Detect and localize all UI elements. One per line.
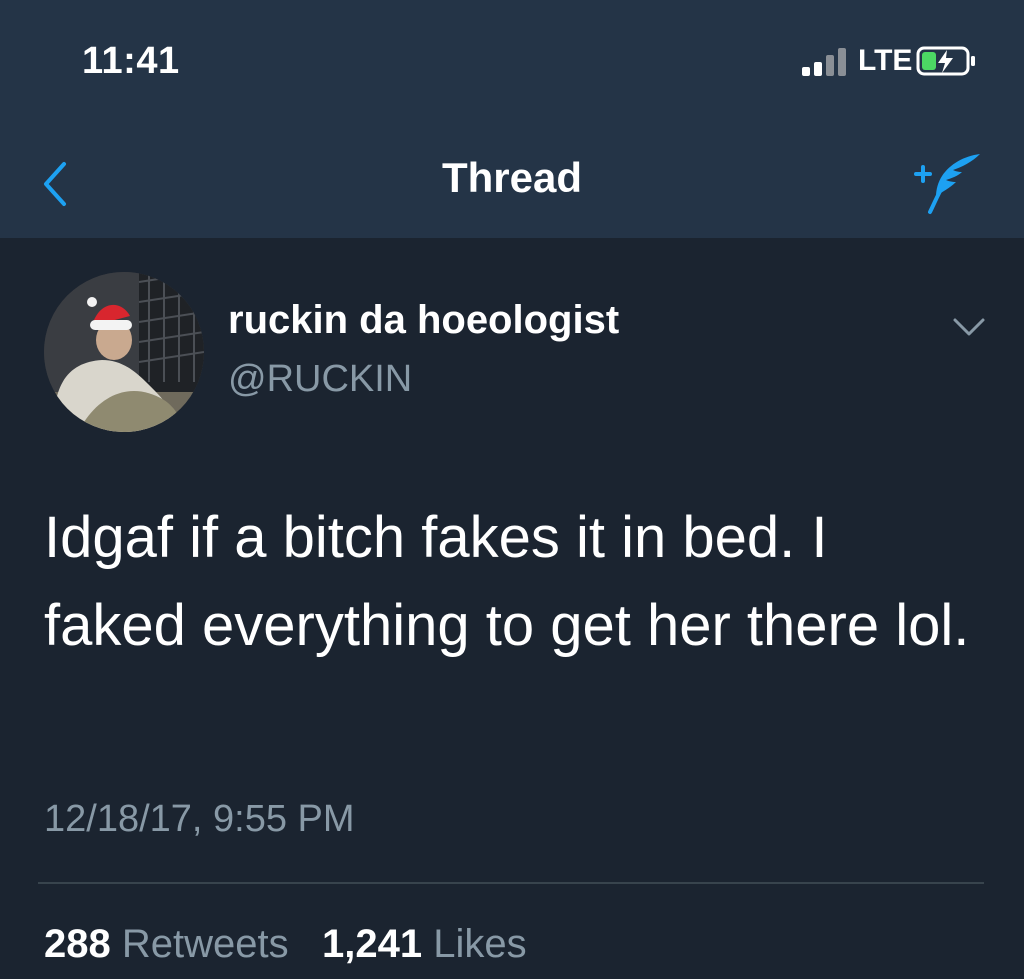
avatar[interactable] [44,272,204,432]
engagement-stats: 288 Retweets 1,241 Likes [44,922,527,967]
likes-label: Likes [433,922,527,966]
tweet-text: Idgaf if a bitch fakes it in bed. I fake… [44,505,970,658]
tweet-timestamp: 12/18/17, 9:55 PM [44,798,355,840]
status-bar: 11:41 LTE [0,0,1024,130]
display-name[interactable]: ruckin da hoeologist [228,298,619,343]
user-handle[interactable]: @RUCKIN [228,358,412,401]
divider [38,882,984,884]
compose-tweet-icon[interactable] [906,148,986,218]
retweets-stat[interactable]: 288 Retweets [44,922,300,966]
chevron-down-icon[interactable] [952,316,986,340]
nav-bar: Thread [0,130,1024,238]
network-type: LTE [858,44,913,77]
likes-stat[interactable]: 1,241 Likes [322,922,527,966]
page-title: Thread [441,154,583,201]
battery-charging-icon [916,46,975,76]
status-time: 11:41 [82,40,180,82]
signal-strength-icon [802,48,848,76]
retweets-label: Retweets [121,922,289,966]
likes-count: 1,241 [321,922,423,966]
retweets-count: 288 [44,922,111,966]
tweet-detail: ruckin da hoeologist @RUCKIN Idgaf if a … [0,238,1024,979]
